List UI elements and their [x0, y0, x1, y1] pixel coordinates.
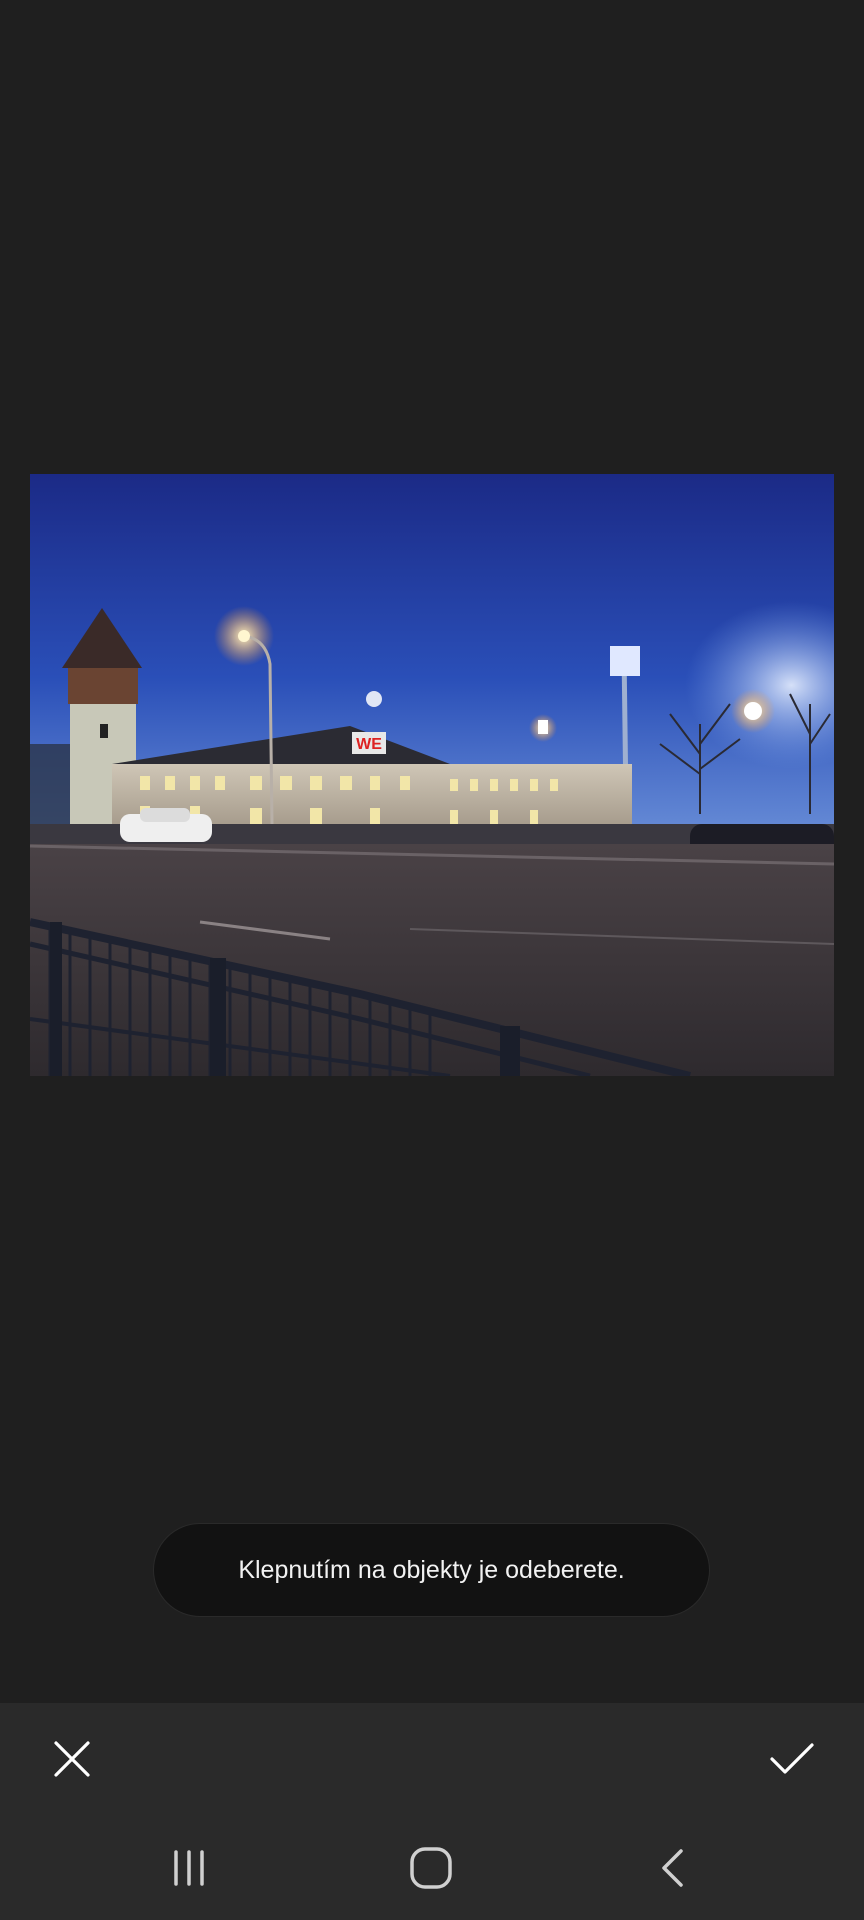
confirm-button[interactable] — [736, 1703, 848, 1815]
system-navigation-bar — [0, 1815, 864, 1920]
hint-toast: Klepnutím na objekty je odeberete. — [153, 1523, 710, 1617]
back-icon — [662, 1848, 683, 1887]
home-button[interactable] — [371, 1815, 491, 1920]
edit-toolbar — [0, 1703, 864, 1815]
close-icon — [54, 1741, 90, 1777]
cancel-button[interactable] — [16, 1703, 128, 1815]
image-canvas: WE — [0, 0, 864, 1703]
recent-apps-button[interactable] — [129, 1815, 249, 1920]
edited-photo[interactable]: WE — [30, 474, 834, 1076]
recent-apps-icon — [174, 1849, 204, 1886]
check-icon — [770, 1743, 814, 1774]
building-sign: WE — [356, 736, 382, 753]
home-icon — [410, 1846, 452, 1889]
hint-text: Klepnutím na objekty je odeberete. — [238, 1555, 625, 1584]
back-button[interactable] — [612, 1815, 732, 1920]
